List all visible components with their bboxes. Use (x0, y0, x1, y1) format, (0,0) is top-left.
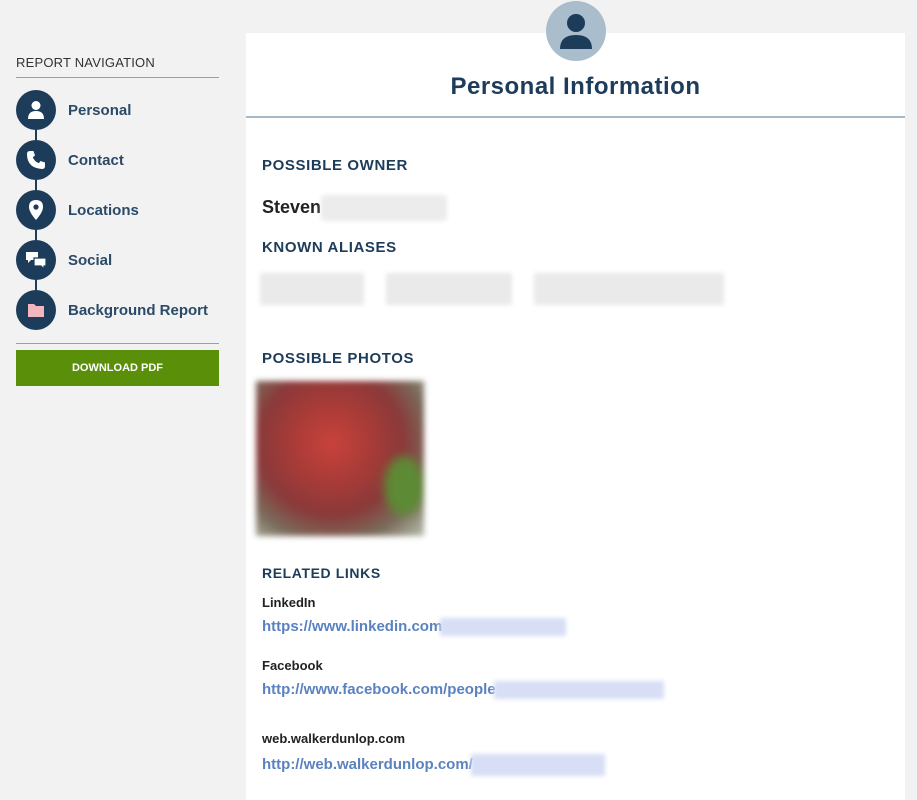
link-label: LinkedIn (262, 595, 316, 610)
link-label: Facebook (262, 658, 323, 673)
owner-name-row: Steven (262, 195, 448, 221)
map-pin-icon (16, 190, 56, 230)
redacted-alias (260, 273, 364, 305)
nav-list: Personal Contact Locations Social Backgr (16, 85, 219, 335)
phone-icon (16, 140, 56, 180)
photo-detail (384, 456, 424, 516)
link-url-text: https://www.linkedin.com (262, 618, 443, 635)
redacted-url-part (440, 618, 567, 637)
report-navigation: REPORT NAVIGATION Personal Contact Locat… (16, 55, 219, 386)
known-aliases-heading: KNOWN ALIASES (262, 239, 397, 256)
nav-item-label: Contact (68, 151, 124, 169)
possible-owner-heading: POSSIBLE OWNER (262, 157, 408, 174)
owner-name: Steven (262, 196, 322, 217)
redacted-url-part (470, 754, 605, 776)
chat-bubbles-icon (16, 240, 56, 280)
nav-title: REPORT NAVIGATION (16, 55, 219, 78)
nav-item-label: Locations (68, 201, 139, 219)
possible-photos-heading: POSSIBLE PHOTOS (262, 350, 415, 367)
redacted-url-part (493, 681, 664, 700)
nav-item-background-report[interactable]: Background Report (16, 285, 219, 335)
avatar (546, 1, 606, 61)
nav-item-label: Background Report (68, 301, 209, 319)
page-title: Personal Information (450, 73, 701, 100)
link-label: web.walkerdunlop.com (262, 731, 406, 746)
title-divider (246, 116, 905, 118)
nav-divider (16, 343, 219, 344)
person-icon (560, 14, 592, 49)
possible-photo[interactable] (256, 381, 424, 536)
walkerdunlop-link[interactable]: http://web.walkerdunlop.com/ (262, 754, 605, 776)
nav-item-social[interactable]: Social (16, 235, 219, 285)
facebook-link[interactable]: http://www.facebook.com/people (262, 681, 664, 700)
nav-item-locations[interactable]: Locations (16, 185, 219, 235)
person-icon (16, 90, 56, 130)
folder-icon (16, 290, 56, 330)
nav-item-contact[interactable]: Contact (16, 135, 219, 185)
personal-information-card: Personal Information POSSIBLE OWNER Stev… (246, 33, 905, 800)
nav-item-label: Social (68, 251, 113, 269)
related-links-heading: RELATED LINKS (262, 565, 381, 581)
redacted-alias (534, 273, 724, 305)
nav-item-personal[interactable]: Personal (16, 85, 219, 135)
linkedin-link[interactable]: https://www.linkedin.com (262, 618, 567, 637)
link-url-text: http://www.facebook.com/people (262, 681, 496, 698)
nav-item-label: Personal (68, 101, 132, 119)
download-pdf-button[interactable]: DOWNLOAD PDF (16, 350, 219, 386)
link-url-text: http://web.walkerdunlop.com/ (262, 755, 473, 773)
redacted-alias (386, 273, 512, 305)
redacted-surname (321, 195, 448, 221)
